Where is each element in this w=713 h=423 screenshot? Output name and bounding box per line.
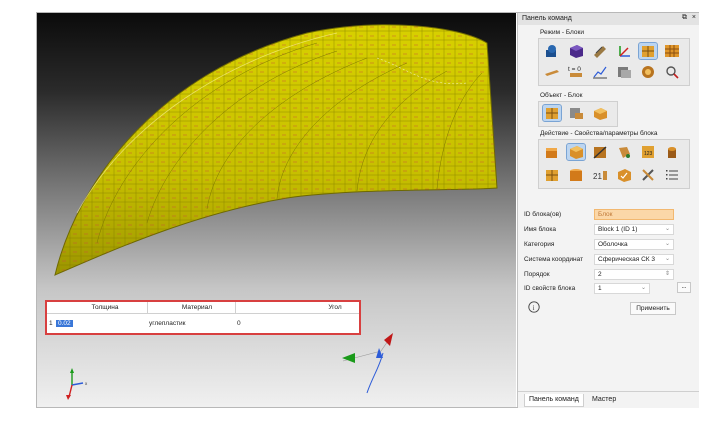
object-label: Объект - Блок bbox=[540, 92, 583, 99]
app-window: x Толщина Материал Угол 1 0.02 углепласт… bbox=[36, 12, 699, 408]
table-row[interactable]: 1 0.02 углепластик 0 bbox=[47, 319, 359, 329]
cube-orange-icon[interactable] bbox=[543, 144, 561, 160]
tools-icon[interactable] bbox=[639, 167, 657, 183]
block-name-label: Имя блока bbox=[524, 226, 556, 233]
coord-system-select[interactable]: Сферическая СК 3 ⌄ bbox=[594, 254, 674, 265]
command-panel: Панель команд ⧉ × Режим - Блоки t = 0 Об… bbox=[517, 13, 699, 408]
layer-table: Толщина Материал Угол 1 0.02 углепластик… bbox=[45, 300, 361, 335]
svg-text:t = 0: t = 0 bbox=[568, 66, 581, 73]
probe-icon[interactable] bbox=[663, 64, 681, 80]
panel-title-bar: Панель команд ⧉ × bbox=[518, 13, 699, 25]
block-edit-icon[interactable] bbox=[591, 105, 609, 121]
browse-props-button[interactable]: ... bbox=[677, 282, 691, 293]
close-panel-icon[interactable]: × bbox=[692, 14, 696, 21]
block-id-field[interactable]: Блок bbox=[594, 209, 674, 220]
rotation-gizmo-icon[interactable] bbox=[342, 333, 393, 394]
order-icon[interactable]: 21 bbox=[591, 167, 609, 183]
list-icon[interactable] bbox=[663, 167, 681, 183]
float-panel-icon[interactable]: ⧉ bbox=[682, 14, 687, 22]
chevron-down-icon: ⌄ bbox=[664, 241, 670, 247]
chart-icon[interactable] bbox=[591, 64, 609, 80]
header-angle: Угол bbox=[328, 304, 342, 311]
tab-wizard[interactable]: Мастер bbox=[588, 394, 620, 406]
block-list-icon[interactable] bbox=[567, 105, 585, 121]
stack-icon[interactable] bbox=[615, 64, 633, 80]
gauge-icon[interactable] bbox=[639, 64, 657, 80]
apply-button[interactable]: Применить bbox=[630, 302, 676, 315]
beam-icon[interactable] bbox=[543, 64, 561, 80]
cube-check-icon[interactable] bbox=[615, 167, 633, 183]
svg-text:123: 123 bbox=[644, 151, 653, 157]
angle-cell[interactable]: 0 bbox=[237, 320, 241, 327]
panel-title: Панель команд bbox=[522, 15, 572, 22]
grid-icon[interactable] bbox=[663, 43, 681, 59]
cylinder-icon[interactable] bbox=[663, 144, 681, 160]
blocks-active-icon[interactable] bbox=[638, 42, 658, 60]
chevron-down-icon: ⌄ bbox=[664, 256, 670, 262]
header-material: Материал bbox=[181, 304, 213, 311]
category-label: Категория bbox=[524, 241, 555, 248]
block-name-select[interactable]: Block 1 (ID 1) ⌄ bbox=[594, 224, 674, 235]
block-object-icon[interactable] bbox=[542, 104, 562, 122]
solid-icon[interactable] bbox=[543, 43, 561, 59]
calc-icon[interactable]: 123 bbox=[639, 144, 657, 160]
svg-text:21: 21 bbox=[593, 172, 602, 181]
table-header: Толщина Материал Угол bbox=[47, 302, 359, 314]
action-toolbar: 123 21 bbox=[538, 139, 690, 189]
cube-props-icon[interactable] bbox=[566, 143, 586, 161]
svg-text:x: x bbox=[85, 381, 88, 386]
shell-model: x bbox=[54, 24, 498, 400]
header-thickness: Толщина bbox=[91, 304, 119, 311]
3d-viewport[interactable]: x Толщина Материал Угол 1 0.02 углепласт… bbox=[37, 13, 516, 407]
action-label: Действие - Свойства/параметры блока bbox=[540, 130, 658, 137]
info-icon[interactable]: i bbox=[528, 301, 540, 313]
chevron-down-icon: ⌄ bbox=[664, 226, 670, 232]
block-icon[interactable] bbox=[567, 43, 585, 59]
panel-tabs: Панель команд Мастер bbox=[518, 391, 699, 408]
coord-system-label: Система координат bbox=[524, 256, 584, 263]
tab-command-panel[interactable]: Панель команд bbox=[524, 394, 584, 407]
svg-text:i: i bbox=[533, 304, 535, 312]
axis-triad-icon: x bbox=[66, 368, 88, 400]
prop-id-label: ID свойств блока bbox=[524, 285, 576, 292]
category-select[interactable]: Оболочка ⌄ bbox=[594, 239, 674, 250]
split-icon[interactable] bbox=[543, 167, 561, 183]
thickness-cell[interactable]: 0.02 bbox=[56, 320, 73, 327]
meshing-icon[interactable] bbox=[591, 43, 609, 59]
order-label: Порядок bbox=[524, 271, 550, 278]
axis-icon[interactable] bbox=[615, 43, 633, 59]
time-step-icon[interactable]: t = 0 bbox=[567, 64, 585, 80]
row-index: 1 bbox=[49, 320, 53, 327]
prop-id-select[interactable]: 1 ⌄ bbox=[594, 283, 650, 294]
chevron-down-icon: ⌄ bbox=[640, 285, 646, 291]
modes-label: Режим - Блоки bbox=[540, 29, 584, 36]
stack-blocks-icon[interactable] bbox=[567, 167, 585, 183]
cut-icon[interactable] bbox=[591, 144, 609, 160]
material-cell[interactable]: углепластик bbox=[149, 320, 186, 327]
paint-icon[interactable] bbox=[615, 144, 633, 160]
block-id-label: ID блока(ов) bbox=[524, 211, 562, 218]
modes-toolbar: t = 0 bbox=[538, 38, 690, 86]
spin-arrows-icon[interactable]: ⇕ bbox=[665, 270, 670, 277]
order-spinbox[interactable]: 2 ⇕ bbox=[594, 269, 674, 280]
object-toolbar bbox=[538, 101, 618, 127]
